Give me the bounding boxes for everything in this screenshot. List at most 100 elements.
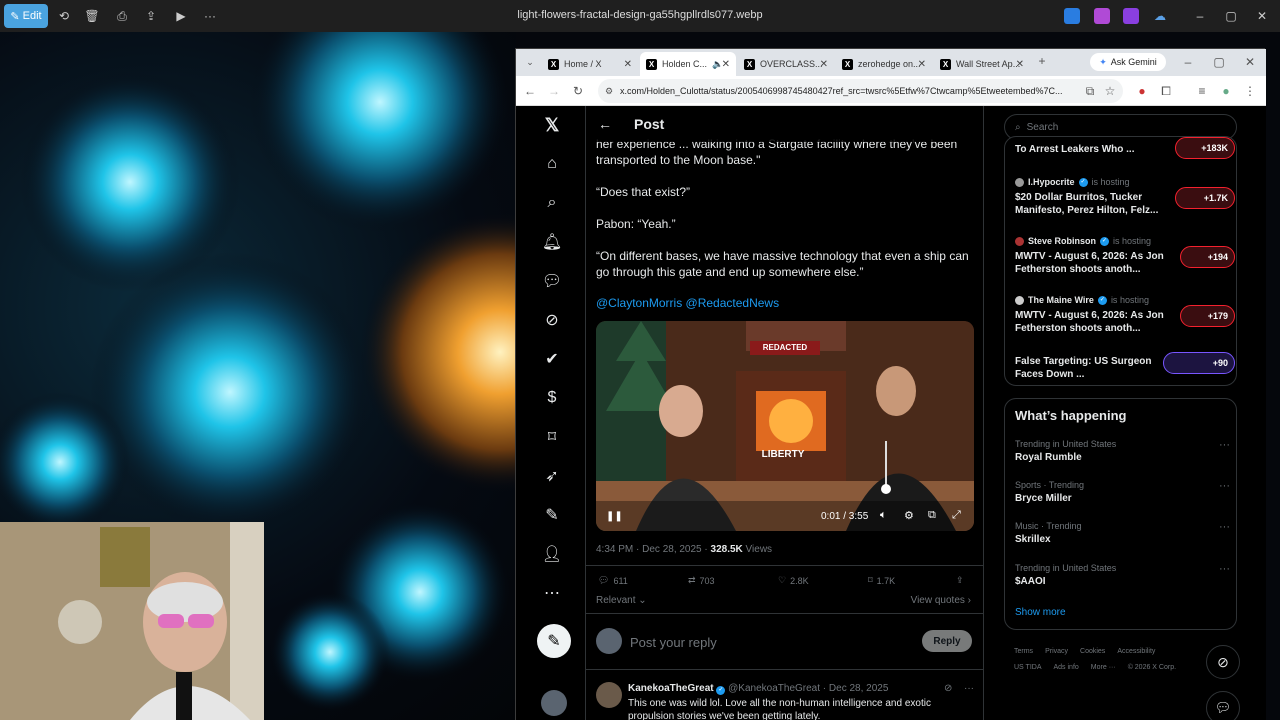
show-more-link[interactable]: Show more xyxy=(1015,607,1066,618)
messages-icon[interactable]: 💬︎ xyxy=(541,270,563,292)
close-icon[interactable]: ✕ xyxy=(1254,8,1270,24)
bookmarks-icon[interactable]: ⌑ xyxy=(541,426,563,448)
app-icon-1[interactable] xyxy=(1064,8,1080,24)
maximize-icon[interactable]: ▢ xyxy=(1211,54,1227,70)
articles-icon[interactable]: ✎ xyxy=(541,504,563,526)
like-action[interactable]: ♡ 2.8K xyxy=(778,575,809,586)
account-avatar[interactable] xyxy=(541,690,567,716)
address-bar[interactable]: ⚙ x.com/Holden_Culotta/status/2005406998… xyxy=(598,79,1123,103)
back-icon[interactable]: ← xyxy=(522,83,538,99)
ask-gemini-button[interactable]: ✦ Ask Gemini xyxy=(1090,53,1166,71)
verified-icon[interactable]: ✔ xyxy=(541,348,563,370)
compose-post-button[interactable]: ✎ xyxy=(537,624,571,658)
trash-icon[interactable]: 🗑 xyxy=(84,8,100,24)
bookmark-star-icon[interactable]: ☆ xyxy=(1102,83,1118,99)
share-action[interactable]: ⇪ xyxy=(956,575,964,586)
reply-input[interactable]: Post your reply xyxy=(630,635,717,650)
footer-link[interactable]: Accessibility xyxy=(1117,644,1155,660)
slideshow-icon[interactable]: ▶ xyxy=(173,8,189,24)
grok-icon[interactable]: ⊘ xyxy=(541,309,563,331)
reply-action[interactable]: 💬︎ 611 xyxy=(598,575,628,586)
tab-close-icon[interactable]: ✕ xyxy=(820,59,828,70)
trend-item[interactable]: Sports · Trending Bryce Miller ··· xyxy=(1015,480,1230,504)
home-icon[interactable]: ⌂ xyxy=(541,153,563,175)
volume-icon[interactable]: 🔈︎ xyxy=(880,509,887,522)
space-item[interactable]: To Arrest Leakers Who ... +183K xyxy=(1015,137,1235,159)
tab-close-icon[interactable]: ✕ xyxy=(624,59,632,70)
footer-link[interactable]: Ads info xyxy=(1054,660,1079,676)
space-item[interactable]: Steve Robinson ✓ is hosting MWTV - August … xyxy=(1015,236,1235,276)
maximize-icon[interactable]: ▢ xyxy=(1223,8,1239,24)
x-logo-icon[interactable]: 𝕏 xyxy=(541,114,563,136)
trend-item[interactable]: Trending in United States Royal Rumble ·… xyxy=(1015,439,1230,463)
minimize-icon[interactable]: – xyxy=(1192,8,1208,24)
tab-close-icon[interactable]: ✕ xyxy=(1016,59,1024,70)
reply-author-name[interactable]: KanekoaTheGreat xyxy=(628,683,714,694)
reply-author-avatar[interactable] xyxy=(596,682,622,708)
back-arrow-icon[interactable]: ← xyxy=(598,116,612,132)
extensions-puzzle-icon[interactable]: ⧠ xyxy=(1158,83,1174,99)
search-icon[interactable]: ⌕ xyxy=(541,192,563,214)
more-options-icon[interactable]: ··· xyxy=(1219,521,1230,533)
site-info-icon[interactable]: ⚙ xyxy=(605,86,613,97)
video-player[interactable]: REDACTED LIBERTY ❚❚ 0:01 / 3:55 🔈︎ ⚙ ⧉ ⤢ xyxy=(596,321,974,531)
tab-holden[interactable]: X Holden C... 🔈 ✕ xyxy=(640,52,736,76)
footer-link[interactable]: Terms xyxy=(1014,644,1033,660)
cast-icon[interactable]: ⧉ xyxy=(1082,83,1098,99)
app-icon-3[interactable] xyxy=(1123,8,1139,24)
repost-action[interactable]: ⇄ 703 xyxy=(688,575,715,586)
forward-icon[interactable]: → xyxy=(546,83,562,99)
profile-icon[interactable]: 👤︎ xyxy=(541,543,563,565)
popout-icon[interactable]: ⧉ xyxy=(928,509,936,522)
browser-menu-icon[interactable]: ⋮ xyxy=(1242,83,1258,99)
relevancy-dropdown[interactable]: Relevant ⌄ xyxy=(596,595,647,606)
share-icon[interactable]: ⇪ xyxy=(143,8,159,24)
footer-link[interactable]: Privacy xyxy=(1045,644,1068,660)
footer-link[interactable]: Cookies xyxy=(1080,644,1105,660)
reply-button[interactable]: Reply xyxy=(922,630,972,652)
space-item[interactable]: I.Hypocrite ✓ is hosting $20 Dollar Burrit… xyxy=(1015,177,1235,217)
more-options-icon[interactable]: ··· xyxy=(1219,480,1230,492)
trend-item[interactable]: Trending in United States $AAOI ··· xyxy=(1015,563,1230,587)
messages-floating-button[interactable]: 💬︎ xyxy=(1206,691,1240,720)
edit-button[interactable]: ✎ Edit xyxy=(4,4,48,28)
tab-close-icon[interactable]: ✕ xyxy=(722,59,730,70)
grok-icon[interactable]: ⊘ xyxy=(944,683,952,694)
new-tab-icon[interactable]: + xyxy=(1034,53,1050,69)
rotate-icon[interactable]: ⟲ xyxy=(56,8,72,24)
more-icon[interactable]: ··· xyxy=(202,8,218,24)
reload-icon[interactable]: ↻ xyxy=(570,83,586,99)
close-icon[interactable]: ✕ xyxy=(1242,54,1258,70)
more-options-icon[interactable]: ··· xyxy=(1219,563,1230,575)
view-quotes-link[interactable]: View quotes › xyxy=(911,595,971,606)
fullscreen-icon[interactable]: ⤢ xyxy=(952,509,961,522)
tab-close-icon[interactable]: ✕ xyxy=(918,59,926,70)
space-item[interactable]: False Targeting: US Surgeon Faces Down .… xyxy=(1015,352,1235,381)
post-mentions[interactable]: @ClaytonMorris @RedactedNews xyxy=(596,295,976,311)
reading-list-icon[interactable]: ≡ xyxy=(1194,83,1210,99)
post-timestamp[interactable]: 4:34 PM · Dec 28, 2025 · xyxy=(596,544,711,555)
trend-item[interactable]: Music · Trending Skrillex ··· xyxy=(1015,521,1230,545)
print-icon[interactable]: ⎙ xyxy=(114,8,130,24)
notifications-bell-icon[interactable]: 🔔︎ xyxy=(541,231,563,253)
tab-zerohedge[interactable]: X zerohedge on... ✕ xyxy=(836,52,932,76)
profile-avatar[interactable]: ● xyxy=(1218,83,1234,99)
tab-wall-street[interactable]: X Wall Street Ap... ✕ xyxy=(934,52,1030,76)
footer-link[interactable]: More ··· xyxy=(1091,660,1116,676)
more-options-icon[interactable]: ··· xyxy=(964,683,974,694)
monetization-icon[interactable]: $ xyxy=(541,387,563,409)
reply-author-handle[interactable]: @KanekoaTheGreat · Dec 28, 2025 xyxy=(728,683,888,694)
minimize-icon[interactable]: – xyxy=(1180,54,1196,70)
pause-icon[interactable]: ❚❚ xyxy=(606,511,623,522)
rocket-icon[interactable]: ➶ xyxy=(541,465,563,487)
tab-list-chevron-icon[interactable]: ⌄ xyxy=(522,54,538,70)
space-item[interactable]: The Maine Wire ✓ is hosting MWTV - August … xyxy=(1015,295,1235,335)
grok-floating-button[interactable]: ⊘ xyxy=(1206,645,1240,679)
settings-gear-icon[interactable]: ⚙ xyxy=(904,509,914,522)
tab-overclass[interactable]: X OVERCLASS... ✕ xyxy=(738,52,834,76)
footer-link[interactable]: US TIDA xyxy=(1014,660,1042,676)
cloud-icon[interactable]: ☁ xyxy=(1152,8,1168,24)
app-icon-2[interactable] xyxy=(1094,8,1110,24)
tab-home-x[interactable]: X Home / X ✕ xyxy=(542,52,638,76)
bookmark-action[interactable]: ⌑ 1.7K xyxy=(868,575,895,586)
